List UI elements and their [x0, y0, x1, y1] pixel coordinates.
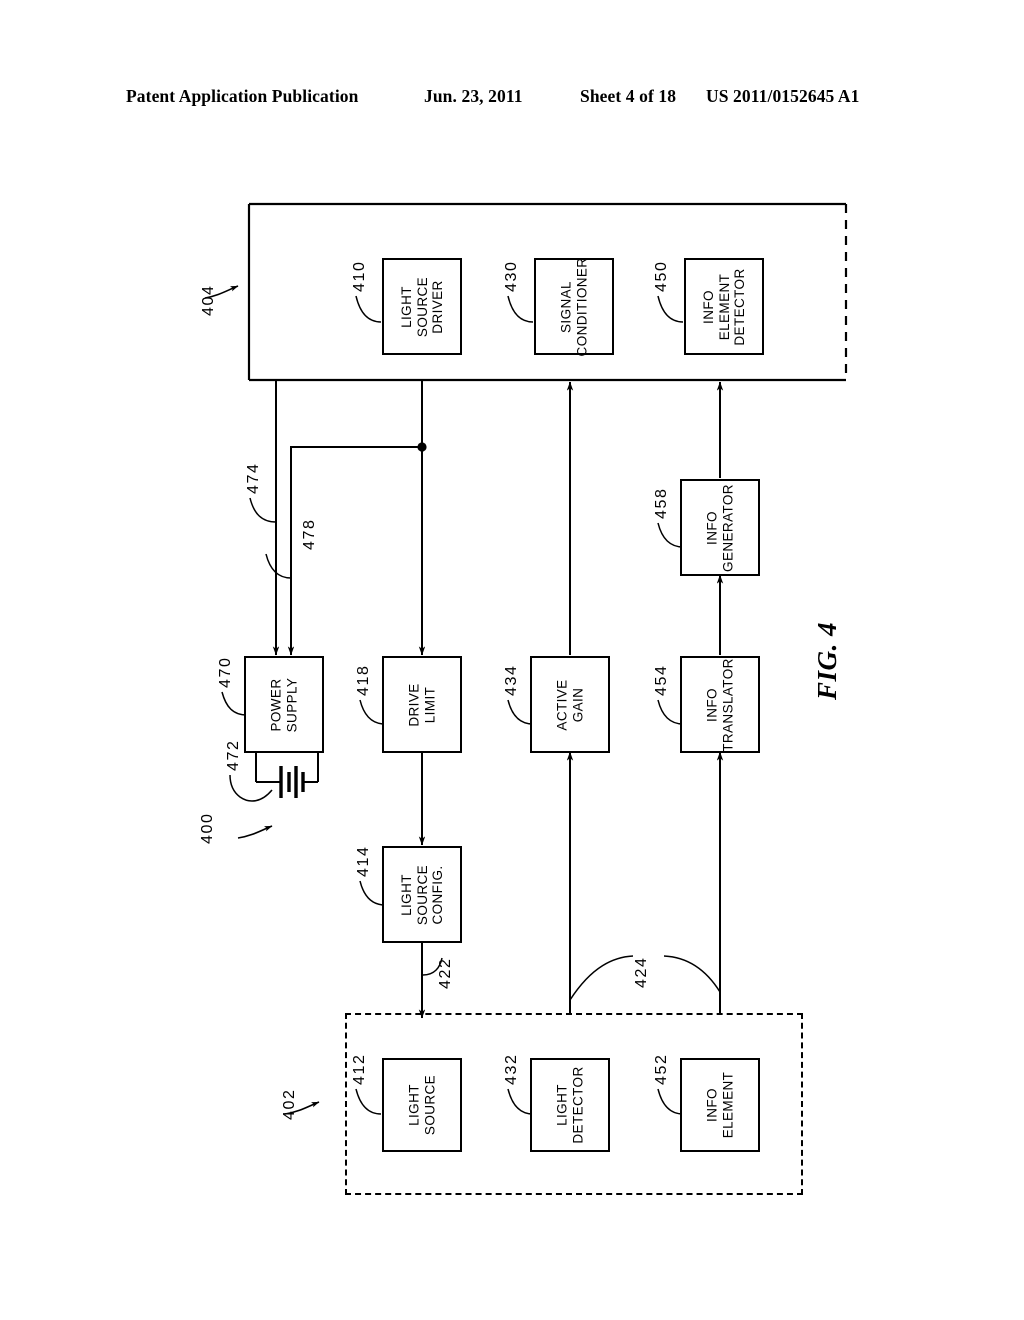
block-414-light-source-config: LIGHT SOURCE CONFIG.: [382, 846, 462, 943]
ref-numeral-452: 452: [653, 1053, 670, 1086]
block-418-label: DRIVE LIMIT: [406, 682, 438, 727]
ref-numeral-418: 418: [355, 664, 372, 697]
ref-numeral-478: 478: [301, 518, 318, 551]
ref-numeral-422: 422: [437, 957, 454, 990]
block-450-label: INFO ELEMENT DETECTOR: [700, 267, 747, 346]
ref-numeral-430: 430: [503, 260, 520, 293]
ref-numeral-402: 402: [281, 1088, 298, 1121]
ref-numeral-424: 424: [633, 956, 650, 989]
block-458-label: INFO GENERATOR: [704, 483, 736, 572]
block-418-drive-limit: DRIVE LIMIT: [382, 656, 462, 753]
block-410-light-source-driver: LIGHT SOURCE DRIVER: [382, 258, 462, 355]
leader-474: [249, 497, 277, 523]
block-434-active-gain: ACTIVE GAIN: [530, 656, 610, 753]
block-432-label: LIGHT DETECTOR: [554, 1066, 586, 1144]
block-410-label: LIGHT SOURCE DRIVER: [398, 276, 445, 337]
block-454-label: INFO TRANSLATOR: [704, 657, 736, 752]
leader-430: [507, 295, 534, 323]
ref-numeral-472: 472: [225, 739, 242, 772]
block-430-label: SIGNAL CONDITIONER: [558, 257, 590, 356]
block-470-power-supply: POWER SUPPLY: [244, 656, 324, 753]
battery-symbol-472: [255, 752, 319, 798]
ref-numeral-400: 400: [199, 812, 216, 845]
figure-caption: FIG. 4: [812, 621, 842, 700]
figure-4-block-diagram: LIGHT SOURCE DRIVER SIGNAL CONDITIONER I…: [0, 0, 1024, 1320]
ref-numeral-458: 458: [653, 487, 670, 520]
block-458-info-generator: INFO GENERATOR: [680, 479, 760, 576]
block-430-signal-conditioner: SIGNAL CONDITIONER: [534, 257, 614, 356]
block-450-info-element-detector: INFO ELEMENT DETECTOR: [684, 258, 764, 355]
ref-numeral-412: 412: [351, 1053, 368, 1086]
ref-numeral-450: 450: [653, 260, 670, 293]
junction-dot-478: [417, 442, 427, 452]
ref-numeral-454: 454: [653, 664, 670, 697]
ref-numeral-432: 432: [503, 1053, 520, 1086]
ref-numeral-474: 474: [245, 462, 262, 495]
leader-472: [229, 774, 273, 802]
block-412-light-source: LIGHT SOURCE: [382, 1058, 462, 1152]
block-454-info-translator: INFO TRANSLATOR: [680, 656, 760, 753]
block-414-label: LIGHT SOURCE CONFIG.: [398, 864, 445, 925]
leader-478: [265, 553, 292, 579]
ref-numeral-414: 414: [355, 845, 372, 878]
leader-400: [237, 825, 273, 839]
leader-450: [657, 295, 684, 323]
block-434-label: ACTIVE GAIN: [554, 678, 586, 731]
patent-drawing-page: Patent Application Publication Jun. 23, …: [0, 0, 1024, 1320]
block-452-label: INFO ELEMENT: [704, 1071, 736, 1139]
leader-410: [355, 295, 382, 323]
ref-numeral-434: 434: [503, 664, 520, 697]
block-470-label: POWER SUPPLY: [268, 677, 300, 732]
ref-numeral-410: 410: [351, 260, 368, 293]
block-412-label: LIGHT SOURCE: [406, 1074, 438, 1136]
block-452-info-element: INFO ELEMENT: [680, 1058, 760, 1152]
block-432-light-detector: LIGHT DETECTOR: [530, 1058, 610, 1152]
wire-478-branch: [287, 446, 422, 656]
ref-numeral-404: 404: [200, 284, 217, 317]
ref-numeral-470: 470: [217, 656, 234, 689]
